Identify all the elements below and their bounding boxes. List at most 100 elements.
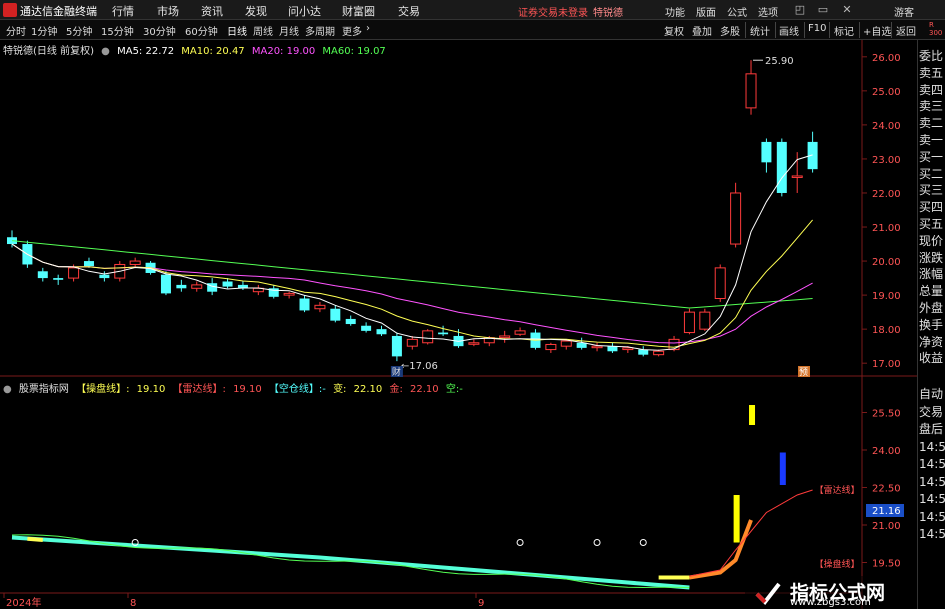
quote-panel-lower-label: 14:50 xyxy=(919,492,945,506)
minimize-icon[interactable]: ▭ xyxy=(816,3,830,17)
candle-body xyxy=(499,335,511,339)
sub-legend: ● 股票指标网 【操盘线】: 19.10 【雷达线】: 19.10 【空仓线】:… xyxy=(3,380,467,395)
quote-panel-label: 买四 xyxy=(919,200,944,215)
quote-panel-lower-label: 14:50 xyxy=(919,474,945,489)
tab-daily[interactable]: 日线 xyxy=(227,23,247,38)
btn-stats[interactable]: 统计 xyxy=(750,23,770,38)
pre-marker: 预 xyxy=(799,367,808,378)
candle-body xyxy=(314,304,326,310)
quote-panel-label: 买二 xyxy=(919,166,944,181)
date-label: 2024年 xyxy=(6,596,41,609)
quote-panel-label: 委比 xyxy=(919,49,944,63)
sub-axis-label: 21.00 xyxy=(872,521,901,532)
radar-line-label: 【雷达线】: xyxy=(172,384,226,395)
empty-line-label: 【空仓线】:- xyxy=(268,384,326,395)
btn-draw[interactable]: 画线 xyxy=(779,23,799,38)
candle-body xyxy=(622,347,634,351)
tab-more[interactable]: 更多 xyxy=(342,23,362,38)
signal-bar-blue xyxy=(779,452,786,485)
candle-body xyxy=(714,267,726,300)
indicator-name: 股票指标网 xyxy=(18,384,69,395)
candle-body xyxy=(514,330,526,335)
tab-30min[interactable]: 30分钟 xyxy=(143,23,176,38)
candle-body xyxy=(730,192,742,245)
quote-panel-label: 净资 xyxy=(919,334,944,349)
quote-panel-lower-label: 14:50 xyxy=(919,527,945,541)
quote-panel-label: 卖五 xyxy=(919,65,944,80)
guest-label[interactable]: 游客 xyxy=(894,4,914,19)
tab-monthly[interactable]: 月线 xyxy=(279,23,299,38)
quote-panel: 委比 卖五 卖四 卖三 卖二 卖一 买一 买二 买三 买四 买五 现价 涨跌 涨幅 总量 外盘 换手 净资 收益 自动… xyxy=(917,40,945,609)
empty2-label: 空:- xyxy=(445,384,463,395)
candle-body xyxy=(191,284,203,289)
tab-timeshare[interactable]: 分时 xyxy=(6,23,26,38)
candle-body xyxy=(299,298,310,311)
close-small-icon[interactable]: ✕ xyxy=(840,3,854,17)
tab-multi-period[interactable]: 多周期 xyxy=(305,23,335,38)
menu-formula[interactable]: 公式 xyxy=(727,4,747,19)
candle-body xyxy=(607,346,618,352)
tab-5min[interactable]: 5分钟 xyxy=(66,23,92,38)
menu-quotes[interactable]: 行情 xyxy=(112,3,134,19)
watermark-url: www.zbgs3.com xyxy=(790,597,871,608)
sub-marker-circle xyxy=(516,539,524,546)
menu-function[interactable]: 功能 xyxy=(665,4,685,19)
tab-15min[interactable]: 15分钟 xyxy=(101,23,134,38)
tab-weekly[interactable]: 周线 xyxy=(253,23,273,38)
quote-panel-label: 买三 xyxy=(919,183,944,198)
period-toolbar: 分时 1分钟 5分钟 15分钟 30分钟 60分钟 日线 周线 月线 多周期 更… xyxy=(0,20,945,40)
chart-area[interactable]: 26.00 25.00 24.00 23.00 22.00 21.00 20.00 19.00… xyxy=(0,40,945,609)
tab-1min[interactable]: 1分钟 xyxy=(31,23,57,38)
btn-mark[interactable]: 标记 xyxy=(834,23,854,38)
menu-options[interactable]: 选项 xyxy=(758,4,778,19)
btn-multi-stock[interactable]: 多股 xyxy=(720,23,740,38)
btn-f10[interactable]: F10 xyxy=(808,23,826,34)
quote-panel-lower-label: 14:50 xyxy=(919,439,945,454)
more-chevron-icon[interactable]: › xyxy=(366,23,370,34)
tab-60min[interactable]: 60分钟 xyxy=(185,23,218,38)
toolbar-divider xyxy=(775,22,776,38)
candle-body xyxy=(638,349,649,355)
radar-line-value: 19.10 xyxy=(233,384,262,395)
menu-market[interactable]: 市场 xyxy=(157,3,179,19)
menu-news[interactable]: 资讯 xyxy=(201,3,223,19)
quote-panel-label: 外盘 xyxy=(919,301,944,315)
indicator-dot-icon: ● xyxy=(3,384,12,395)
r-num-text: 300 xyxy=(929,29,943,37)
candle-body xyxy=(668,338,680,351)
btn-adjust[interactable]: 复权 xyxy=(664,23,684,38)
menu-assistant[interactable]: 问小达 xyxy=(288,3,321,19)
btn-back[interactable]: 返回 xyxy=(896,23,916,38)
app-title: 通达信金融终端 xyxy=(20,5,97,18)
candle-body xyxy=(176,284,187,289)
login-status[interactable]: 证券交易未登录 xyxy=(518,4,588,19)
quote-panel-label: 总量 xyxy=(919,284,944,299)
signal-bar-yellow xyxy=(749,405,756,425)
chart-svg[interactable]: 26.00 25.00 24.00 23.00 22.00 21.00 20.00 19.00… xyxy=(0,40,917,609)
menu-wealth[interactable]: 财富圈 xyxy=(342,3,375,19)
menu-trade[interactable]: 交易 xyxy=(398,3,420,19)
current-price-label: 21.16 xyxy=(872,506,901,517)
gold-label: 金: xyxy=(389,384,403,395)
candle-body xyxy=(560,340,572,347)
btn-add-watchlist[interactable]: +自选 xyxy=(863,23,891,38)
candle-body xyxy=(438,332,449,335)
btn-overlay[interactable]: 叠加 xyxy=(692,23,712,38)
menu-layout[interactable]: 版面 xyxy=(696,4,716,19)
candle-body xyxy=(545,343,557,351)
radar-red-line xyxy=(689,489,813,577)
candle-body xyxy=(283,292,295,296)
candle-body xyxy=(160,274,171,294)
restore-window-icon[interactable]: ◰ xyxy=(793,3,807,17)
quote-panel-label: 现价 xyxy=(919,233,944,248)
candle-body xyxy=(406,338,418,347)
main-axis-label: 23.00 xyxy=(872,155,901,166)
candle-body xyxy=(222,281,233,287)
quote-panel-label: 涨跌 xyxy=(919,250,944,265)
sub-axis-label: 24.00 xyxy=(872,446,901,457)
candle-body xyxy=(361,325,372,331)
op-line-value: 19.10 xyxy=(136,384,166,395)
toolbar-divider xyxy=(859,22,860,38)
menu-discover[interactable]: 发现 xyxy=(245,3,267,19)
indicator-dot-icon: ● xyxy=(101,46,110,57)
